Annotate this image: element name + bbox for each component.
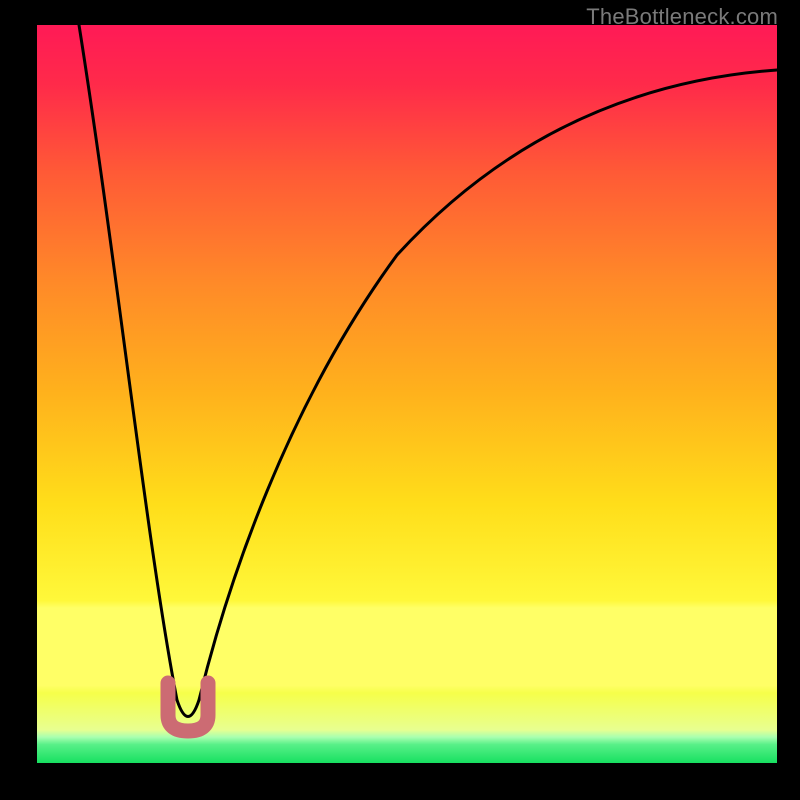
chart-frame: TheBottleneck.com — [0, 0, 800, 800]
bottleneck-curve-plot — [37, 25, 777, 763]
gradient-background — [37, 25, 777, 763]
watermark-text: TheBottleneck.com — [586, 4, 778, 30]
